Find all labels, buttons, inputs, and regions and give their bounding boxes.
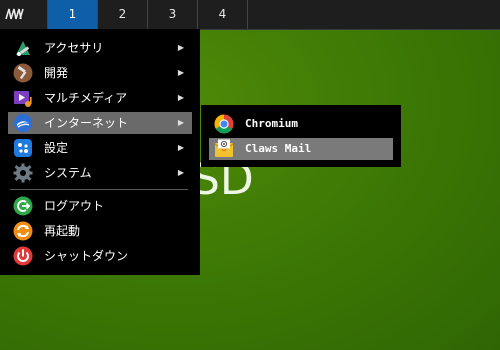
submenu-arrow-icon: ▶ [177, 43, 184, 52]
menu-item-label: マルチメディア [44, 91, 128, 105]
multimedia-icon [14, 91, 32, 107]
menu-item-system[interactable]: システム ▶ [8, 162, 192, 184]
menu-item-multimedia[interactable]: マルチメディア ▶ [8, 87, 192, 109]
menu-item-label: インターネット [44, 116, 129, 130]
shutdown-icon [13, 246, 33, 266]
menu-item-settings[interactable]: 設定 ▶ [8, 137, 192, 159]
app-menu-button[interactable] [0, 0, 48, 29]
settings-icon [14, 139, 32, 157]
development-icon [13, 63, 33, 83]
submenu-item-label: Claws Mail [245, 142, 312, 155]
internet-icon [14, 114, 32, 132]
menu-item-shutdown[interactable]: シャットダウン [8, 245, 192, 267]
logout-icon [13, 196, 33, 216]
menu-item-development[interactable]: 開発 ▶ [8, 62, 192, 84]
menu-item-label: ログアウト [44, 199, 105, 213]
workspace-1-button[interactable]: 1 [48, 0, 98, 29]
submenu-item-chromium[interactable]: Chromium [209, 113, 393, 135]
submenu-arrow-icon: ▶ [177, 168, 184, 177]
submenu-arrow-icon: ▶ [177, 93, 184, 102]
submenu-arrow-icon: ▶ [177, 68, 184, 77]
submenu-arrow-icon: ▶ [177, 143, 184, 152]
app-menu-icon [5, 8, 24, 20]
workspace-3-button[interactable]: 3 [148, 0, 198, 29]
menu-item-accessories[interactable]: アクセサリ ▶ [8, 37, 192, 59]
internet-submenu: Chromium Claws Mail [201, 105, 401, 167]
workspace-4-button[interactable]: 4 [198, 0, 248, 29]
menu-separator [10, 189, 188, 190]
submenu-item-label: Chromium [245, 117, 298, 130]
menu-item-logout[interactable]: ログアウト [8, 195, 192, 217]
system-icon [13, 163, 33, 183]
submenu-item-claws-mail[interactable]: Claws Mail [209, 138, 393, 160]
menu-item-label: 開発 [44, 66, 69, 80]
submenu-arrow-icon: ▶ [177, 118, 184, 127]
menu-item-label: システム [44, 166, 92, 180]
menu-item-label: シャットダウン [44, 249, 129, 263]
menu-item-reboot[interactable]: 再起動 [8, 220, 192, 242]
chromium-icon [214, 114, 234, 134]
taskbar: 1 2 3 4 [0, 0, 500, 30]
menu-item-label: 再起動 [44, 224, 81, 238]
workspace-2-button[interactable]: 2 [98, 0, 148, 29]
reboot-icon [13, 221, 33, 241]
application-menu: アクセサリ ▶ 開発 ▶ マルチメディア ▶ インターネット ▶ 設定 ▶ シス… [0, 29, 200, 275]
menu-item-label: 設定 [44, 141, 69, 155]
claws-mail-icon [214, 139, 234, 157]
accessories-icon [16, 41, 30, 56]
menu-item-internet[interactable]: インターネット ▶ [8, 112, 192, 134]
menu-item-label: アクセサリ [44, 41, 104, 55]
